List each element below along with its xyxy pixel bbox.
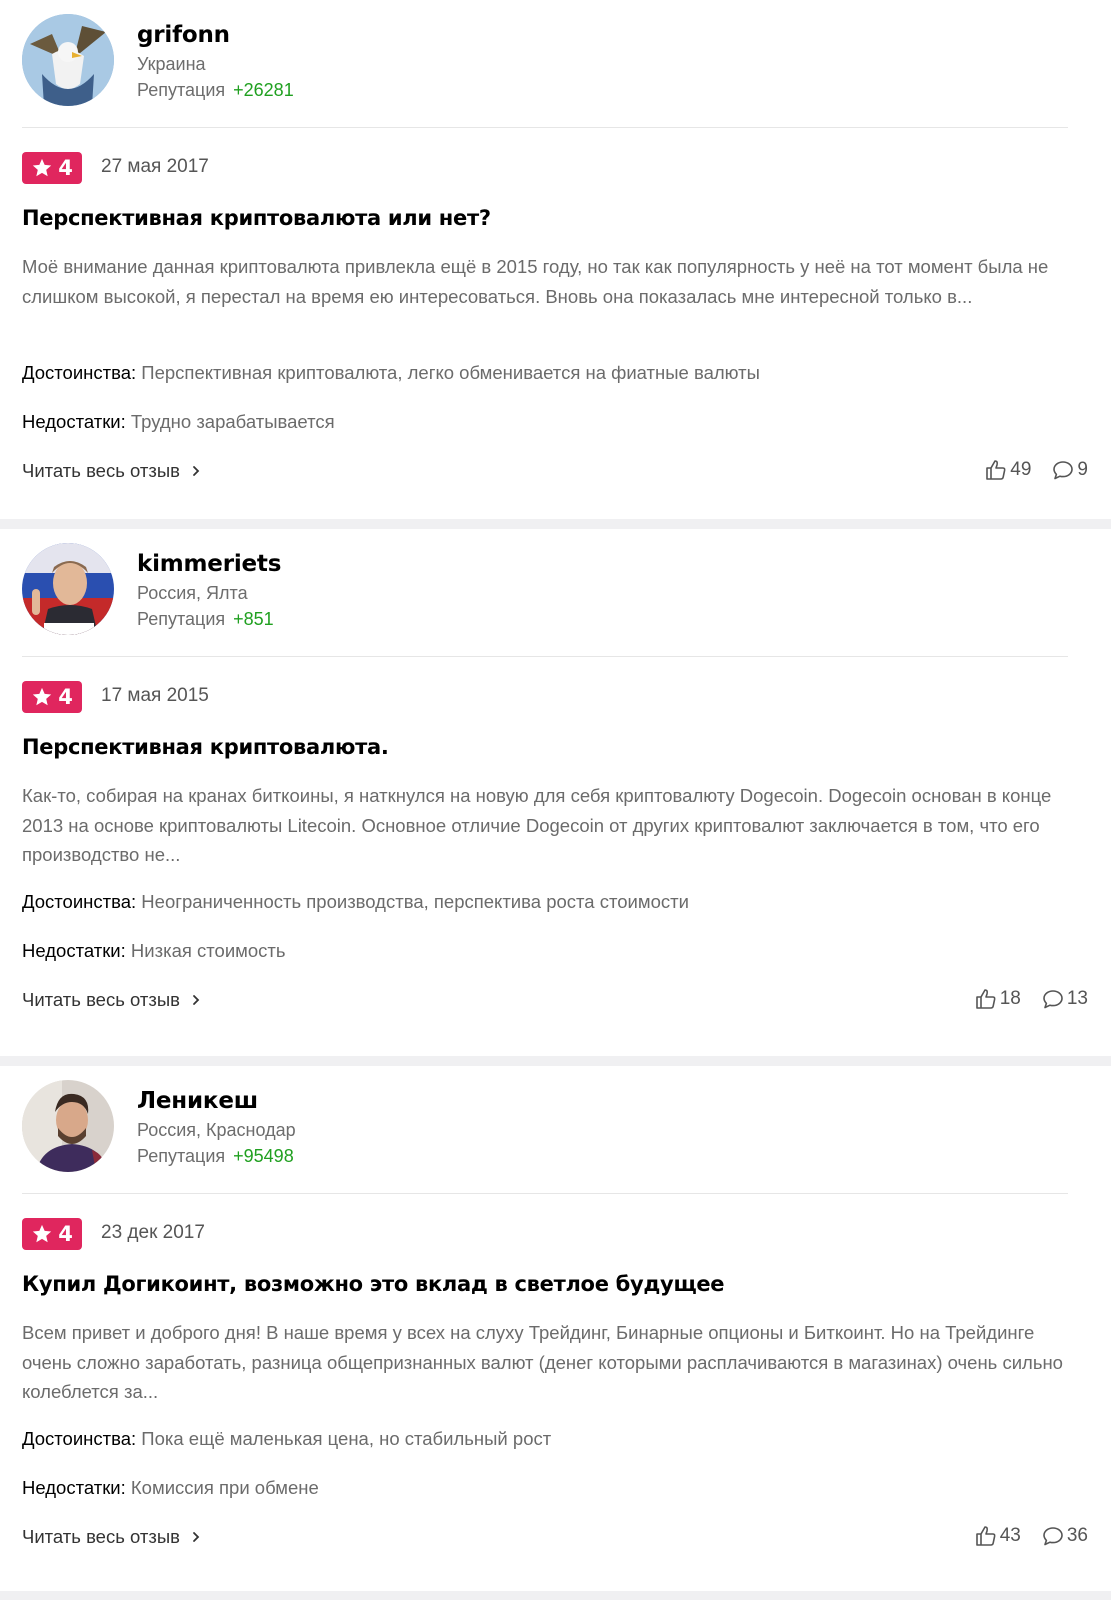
- thumbs-up-icon: [986, 460, 1006, 480]
- chevron-right-icon: [193, 1532, 200, 1542]
- review-card: kimmeriets Россия, Ялта Репутация +851 4 …: [0, 529, 1111, 1056]
- review-stats: 49 9: [984, 458, 1088, 482]
- cons-label: Недостатки:: [22, 411, 126, 432]
- comment-icon: [1043, 990, 1063, 1009]
- comment-count: 9: [1077, 459, 1088, 480]
- cons-label: Недостатки:: [22, 1477, 126, 1498]
- review-card: grifonn Украина Репутация +26281 4 27 мая…: [0, 0, 1111, 519]
- read-full-review-link[interactable]: Читать весь отзыв: [22, 460, 202, 482]
- rating-value: 4: [58, 685, 73, 709]
- review-date: 23 дек 2017: [101, 1222, 205, 1243]
- review-stats: 43 36: [974, 1524, 1088, 1548]
- chevron-right-icon: [193, 466, 200, 476]
- review-title[interactable]: Перспективная криптовалюта или нет?: [22, 206, 1082, 230]
- like-count: 18: [999, 988, 1021, 1009]
- rating-value: 4: [58, 1222, 73, 1246]
- pros-text: Неограниченность производства, перспекти…: [141, 891, 689, 912]
- like-count: 43: [999, 1525, 1021, 1546]
- divider: [22, 656, 1068, 657]
- pros-text: Перспективная криптовалюта, легко обмени…: [141, 362, 760, 383]
- username[interactable]: kimmeriets: [137, 551, 281, 577]
- review-excerpt: Как-то, собирая на кранах биткоины, я на…: [22, 785, 1052, 865]
- user-reputation: Репутация +851: [137, 609, 274, 630]
- user-location: Россия, Ялта: [137, 583, 248, 603]
- reputation-value: +26281: [233, 80, 294, 100]
- review-pros: Достоинства: Пока ещё маленькая цена, но…: [22, 1428, 1082, 1450]
- review-cons: Недостатки: Низкая стоимость: [22, 940, 1082, 962]
- user-reputation: Репутация +95498: [137, 1146, 294, 1167]
- read-full-review-link[interactable]: Читать весь отзыв: [22, 1526, 202, 1548]
- review-excerpt: Всем привет и доброго дня! В наше время …: [22, 1322, 1063, 1402]
- comments-button[interactable]: 13: [1041, 987, 1088, 1011]
- review-cons: Недостатки: Комиссия при обмене: [22, 1477, 1082, 1499]
- section-divider: [0, 519, 1111, 529]
- cons-text: Трудно зарабатывается: [130, 411, 335, 432]
- rating-badge: 4: [22, 681, 82, 713]
- read-full-review-label: Читать весь отзыв: [22, 460, 180, 481]
- star-icon: [33, 158, 52, 177]
- cons-text: Низкая стоимость: [130, 940, 286, 961]
- review-date: 17 мая 2015: [101, 685, 209, 706]
- read-full-review-label: Читать весь отзыв: [22, 1526, 180, 1547]
- rating-value: 4: [58, 156, 73, 180]
- section-divider: [0, 1591, 1111, 1600]
- comment-icon: [1043, 1527, 1063, 1546]
- user-reputation: Репутация +26281: [137, 80, 294, 101]
- review-card: Леникеш Россия, Краснодар Репутация +9549…: [0, 1066, 1111, 1591]
- review-author: Леникеш Россия, Краснодар Репутация +9549…: [22, 1080, 1088, 1176]
- comment-icon: [1053, 461, 1074, 480]
- review-title[interactable]: Купил Догикоинт, возможно это вклад в св…: [22, 1272, 1082, 1296]
- comment-count: 13: [1066, 988, 1088, 1009]
- section-divider: [0, 1056, 1111, 1066]
- reputation-label: Репутация: [137, 1146, 226, 1166]
- review-date: 27 мая 2017: [101, 156, 209, 177]
- read-full-review-link[interactable]: Читать весь отзыв: [22, 989, 202, 1011]
- reputation-value: +95498: [233, 1146, 294, 1166]
- review-pros: Достоинства: Перспективная криптовалюта,…: [22, 362, 1082, 384]
- reputation-value: +851: [233, 609, 274, 629]
- comment-count: 36: [1066, 1525, 1088, 1546]
- chevron-right-icon: [193, 995, 200, 1005]
- user-location: Украина: [137, 54, 206, 74]
- username[interactable]: grifonn: [137, 22, 230, 48]
- review-pros: Достоинства: Неограниченность производст…: [22, 891, 1082, 913]
- avatar[interactable]: [22, 14, 114, 106]
- rating-badge: 4: [22, 152, 82, 184]
- review-author: grifonn Украина Репутация +26281: [22, 14, 1088, 110]
- cons-label: Недостатки:: [22, 940, 126, 961]
- pros-label: Достоинства:: [22, 891, 137, 912]
- avatar[interactable]: [22, 543, 114, 635]
- like-button[interactable]: 43: [974, 1524, 1021, 1548]
- divider: [22, 127, 1068, 128]
- like-button[interactable]: 18: [974, 987, 1021, 1011]
- thumbs-up-icon: [975, 989, 996, 1009]
- review-stats: 18 13: [974, 987, 1088, 1011]
- divider: [22, 1193, 1068, 1194]
- reputation-label: Репутация: [137, 609, 226, 629]
- user-location: Россия, Краснодар: [137, 1120, 296, 1140]
- pros-text: Пока ещё маленькая цена, но стабильный р…: [141, 1428, 552, 1449]
- pros-label: Достоинства:: [22, 362, 137, 383]
- rating-badge: 4: [22, 1218, 82, 1250]
- username[interactable]: Леникеш: [137, 1088, 258, 1114]
- comments-button[interactable]: 36: [1041, 1524, 1088, 1548]
- comments-button[interactable]: 9: [1051, 458, 1088, 482]
- review-author: kimmeriets Россия, Ялта Репутация +851: [22, 543, 1088, 639]
- like-count: 49: [1010, 459, 1032, 480]
- like-button[interactable]: 49: [984, 458, 1031, 482]
- read-full-review-label: Читать весь отзыв: [22, 989, 180, 1010]
- star-icon: [33, 687, 52, 706]
- star-icon: [33, 1224, 52, 1243]
- review-excerpt: Моё внимание данная криптовалюта привлек…: [22, 256, 1049, 307]
- thumbs-up-icon: [975, 1526, 996, 1546]
- reputation-label: Репутация: [137, 80, 226, 100]
- review-cons: Недостатки: Трудно зарабатывается: [22, 411, 1082, 433]
- review-title[interactable]: Перспективная криптовалюта.: [22, 735, 1082, 759]
- pros-label: Достоинства:: [22, 1428, 137, 1449]
- avatar[interactable]: [22, 1080, 114, 1172]
- cons-text: Комиссия при обмене: [130, 1477, 319, 1498]
